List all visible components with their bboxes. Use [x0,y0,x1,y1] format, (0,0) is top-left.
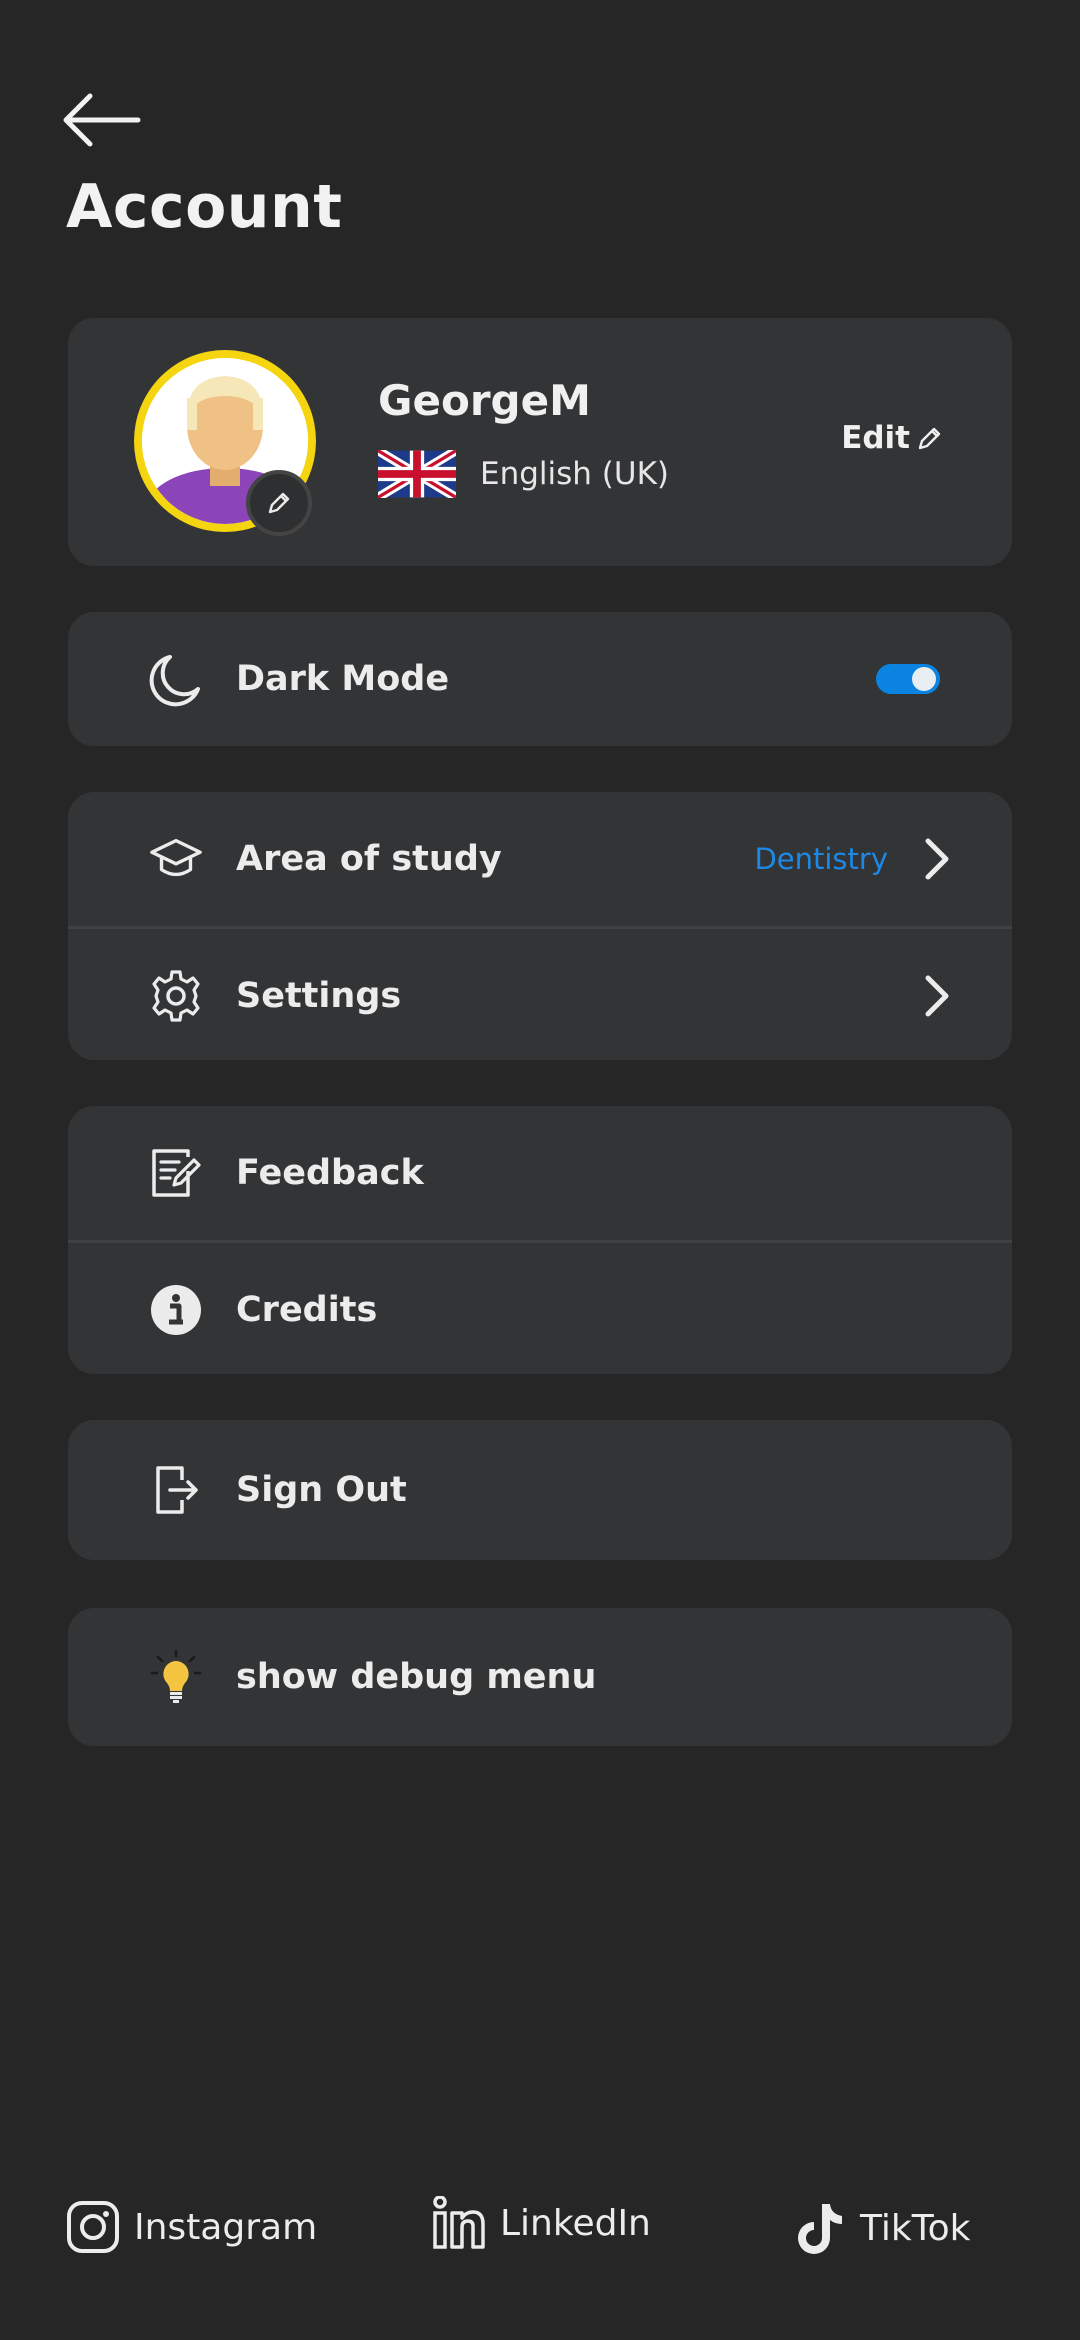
chevron-right-icon [925,838,949,880]
sign-out-label: Sign Out [236,1470,407,1510]
edit-profile-button[interactable]: Edit [841,420,944,456]
dark-mode-label: Dark Mode [236,659,450,699]
feedback-edit-icon [148,1145,204,1201]
area-of-study-row[interactable]: Area of study Dentistry [68,792,1012,926]
tiktok-icon [798,2204,842,2254]
avatar-edit-button[interactable] [246,470,312,536]
sign-out-row[interactable]: Sign Out [68,1420,1012,1560]
linkedin-label: LinkedIn [500,2202,651,2244]
area-of-study-value: Dentistry [754,842,888,876]
linkedin-link[interactable]: LinkedIn [432,2196,651,2250]
lightbulb-icon [148,1649,204,1705]
graduation-cap-icon [148,831,204,887]
tiktok-label: TikTok [860,2207,971,2249]
instagram-link[interactable]: Instagram [66,2200,317,2254]
linkedin-icon [433,2196,485,2249]
pencil-icon [268,492,290,514]
dark-mode-card: Dark Mode [68,612,1012,746]
chevron-right-icon [925,975,949,1017]
page-title: Account [66,172,343,242]
feedback-row[interactable]: Feedback [68,1106,1012,1240]
debug-row[interactable]: show debug menu [68,1608,1012,1746]
instagram-icon [67,2201,119,2253]
credits-row[interactable]: Credits [68,1240,1012,1374]
pencil-icon [918,427,941,450]
edit-label: Edit [841,420,910,456]
toggle-knob [912,667,936,691]
back-arrow-icon[interactable] [60,90,144,150]
credits-label: Credits [236,1290,378,1330]
language-label[interactable]: English (UK) [480,456,669,492]
instagram-label: Instagram [134,2206,318,2248]
dark-mode-row[interactable]: Dark Mode [68,612,1012,746]
tiktok-link[interactable]: TikTok [796,2200,970,2256]
username: GeorgeM [378,376,591,425]
social-footer: Instagram LinkedIn TikTok [0,2196,1080,2260]
area-of-study-label: Area of study [236,839,502,879]
settings-label: Settings [236,976,402,1016]
feedback-label: Feedback [236,1153,424,1193]
profile-card[interactable]: GeorgeM English (UK) Edit [68,318,1012,566]
preferences-card: Area of study Dentistry Settings [68,792,1012,1060]
uk-flag-icon [378,450,456,498]
debug-card: show debug menu [68,1608,1012,1746]
sign-out-icon [148,1462,204,1518]
moon-icon [148,651,204,707]
gear-icon [148,968,204,1024]
settings-row[interactable]: Settings [68,926,1012,1060]
info-card: Feedback Credits [68,1106,1012,1374]
sign-out-card: Sign Out [68,1420,1012,1560]
debug-label: show debug menu [236,1657,597,1697]
dark-mode-toggle[interactable] [876,664,940,694]
info-icon [148,1282,204,1338]
